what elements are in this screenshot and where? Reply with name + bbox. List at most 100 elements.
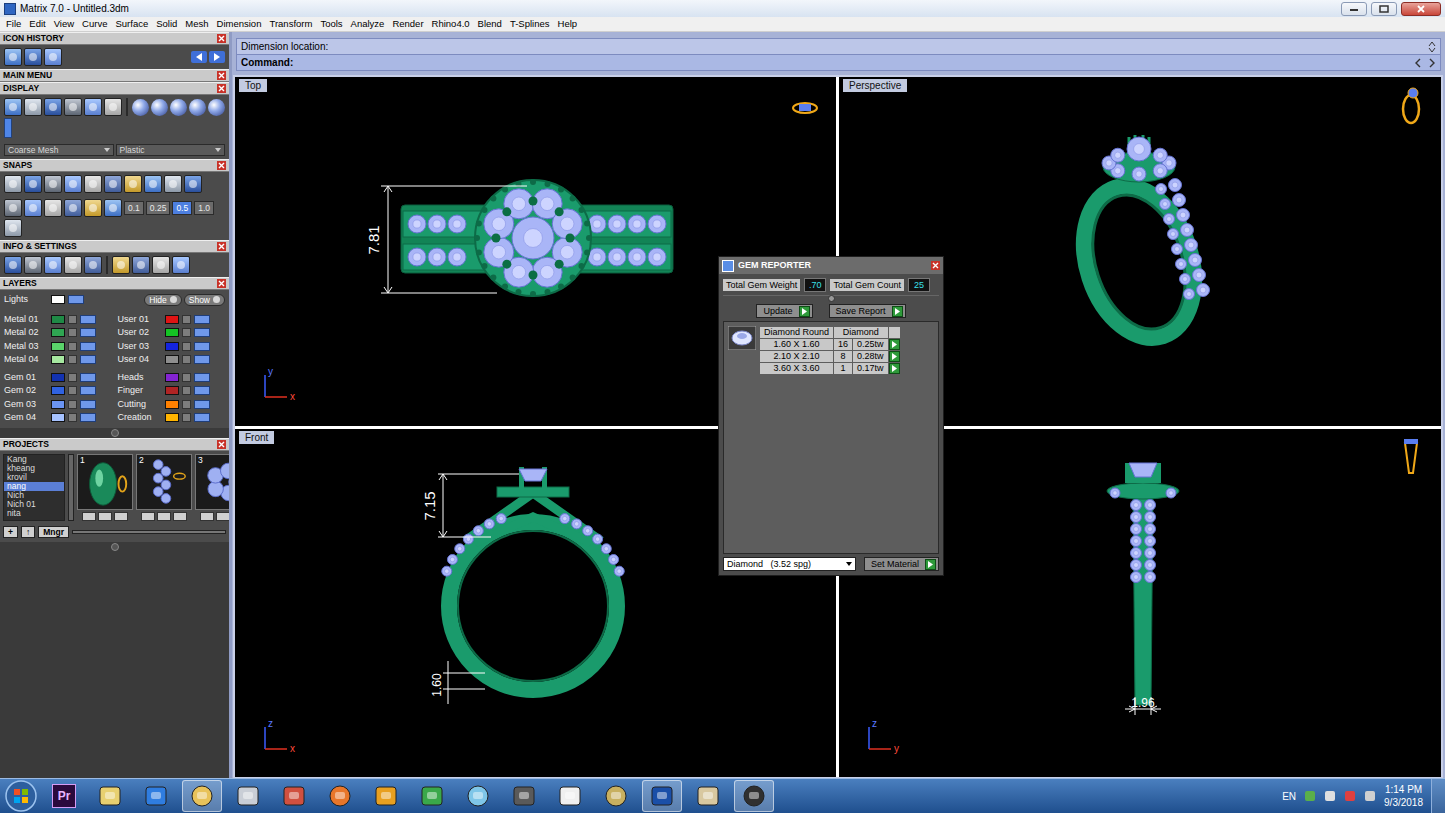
taskbar-app[interactable] <box>596 780 636 812</box>
snap-step[interactable]: 0.5 <box>172 201 192 215</box>
taskbar-app[interactable]: Pr <box>44 780 84 812</box>
close-icon[interactable] <box>217 440 226 449</box>
menu-item[interactable]: Transform <box>265 17 316 31</box>
diamond-icon[interactable] <box>728 326 756 350</box>
layer-color[interactable] <box>165 315 179 324</box>
ring-model[interactable] <box>401 179 673 297</box>
arrow-icon[interactable] <box>799 306 810 317</box>
visibility-toggle[interactable] <box>194 342 210 351</box>
tool-icon[interactable] <box>84 98 102 116</box>
project-button[interactable]: ↑ <box>21 526 35 538</box>
layer-color[interactable] <box>165 386 179 395</box>
layer-row[interactable]: Lights <box>4 293 84 307</box>
layer-row[interactable]: Cutting <box>118 398 226 412</box>
visibility-toggle[interactable] <box>68 295 84 304</box>
lock-icon[interactable] <box>182 342 191 351</box>
project-slider[interactable] <box>72 530 226 534</box>
tool-icon[interactable] <box>44 256 62 274</box>
layer-color[interactable] <box>165 328 179 337</box>
layer-row[interactable]: Metal 04 <box>4 353 112 367</box>
thumbnail-action-icon[interactable] <box>98 512 112 521</box>
menu-item[interactable]: Analyze <box>347 17 389 31</box>
snap-step[interactable]: 0.1 <box>124 201 144 215</box>
close-icon[interactable] <box>217 34 226 43</box>
tray-icon[interactable] <box>1344 790 1356 802</box>
tool-icon[interactable] <box>44 175 62 193</box>
taskbar-app[interactable] <box>688 780 728 812</box>
scrollbar[interactable] <box>68 454 74 521</box>
tool-icon[interactable] <box>64 175 82 193</box>
taskbar-app[interactable] <box>274 780 314 812</box>
taskbar-app[interactable] <box>320 780 360 812</box>
lock-icon[interactable] <box>68 373 77 382</box>
close-icon[interactable] <box>217 279 226 288</box>
divider[interactable] <box>723 295 939 301</box>
project-item[interactable]: nita <box>4 509 64 518</box>
tool-icon[interactable] <box>24 256 42 274</box>
project-item[interactable]: nang <box>4 482 64 491</box>
section-header[interactable]: SNAPS <box>0 159 229 172</box>
visibility-toggle[interactable] <box>194 413 210 422</box>
menu-item[interactable]: Help <box>554 17 582 31</box>
viewport-label[interactable]: Perspective <box>843 79 907 92</box>
lock-icon[interactable] <box>182 373 191 382</box>
history-arrow-icon[interactable] <box>209 51 225 63</box>
project-thumbnail[interactable]: 1 <box>77 454 133 521</box>
tray-icon[interactable] <box>1364 790 1376 802</box>
set-material-button[interactable]: Set Material <box>864 557 939 571</box>
project-button[interactable]: + <box>3 526 18 538</box>
tool-icon[interactable] <box>64 256 82 274</box>
menu-item[interactable]: Tools <box>316 17 346 31</box>
layer-color[interactable] <box>51 295 65 304</box>
menu-item[interactable]: Dimension <box>213 17 266 31</box>
start-orb-icon[interactable] <box>4 779 38 813</box>
hide-button[interactable]: Hide <box>144 294 181 306</box>
visibility-toggle[interactable] <box>80 328 96 337</box>
section-header[interactable]: LAYERS <box>0 277 229 290</box>
project-item[interactable]: Nich <box>4 491 64 500</box>
tool-icon[interactable] <box>24 48 42 66</box>
lock-icon[interactable] <box>68 400 77 409</box>
mesh-dropdown[interactable]: Coarse Mesh <box>4 144 114 156</box>
snap-step[interactable]: 1.0 <box>194 201 214 215</box>
visibility-toggle[interactable] <box>194 373 210 382</box>
tray-icon[interactable] <box>1304 790 1316 802</box>
tool-icon[interactable] <box>184 175 202 193</box>
save-report-button[interactable]: Save Report <box>829 304 906 318</box>
tool-icon[interactable] <box>4 175 22 193</box>
taskbar-app[interactable] <box>642 780 682 812</box>
tool-icon[interactable] <box>24 175 42 193</box>
taskbar-app[interactable] <box>458 780 498 812</box>
layer-row[interactable]: Metal 02 <box>4 326 112 340</box>
close-icon[interactable] <box>217 242 226 251</box>
menu-item[interactable]: Surface <box>111 17 152 31</box>
visibility-toggle[interactable] <box>80 355 96 364</box>
command-line[interactable]: Command: <box>236 55 1441 71</box>
project-item[interactable]: krovil <box>4 473 64 482</box>
visibility-toggle[interactable] <box>194 315 210 324</box>
close-icon[interactable] <box>217 71 226 80</box>
menu-item[interactable]: Edit <box>25 17 49 31</box>
visibility-toggle[interactable] <box>194 355 210 364</box>
thumbnail-action-icon[interactable] <box>82 512 96 521</box>
layer-color[interactable] <box>51 355 65 364</box>
scroll-icon[interactable] <box>1428 41 1436 53</box>
tool-icon[interactable] <box>104 199 122 217</box>
snap-step[interactable]: 0.25 <box>146 201 171 215</box>
history-arrow-icon[interactable] <box>191 51 207 63</box>
shading-icon[interactable] <box>170 99 187 116</box>
viewport-label[interactable]: Top <box>239 79 267 92</box>
menu-item[interactable]: View <box>50 17 78 31</box>
tool-icon[interactable] <box>164 175 182 193</box>
gem-row[interactable]: 1.60 X 1.60160.25tw <box>760 339 901 351</box>
project-item[interactable]: Nich 01 <box>4 500 64 509</box>
close-icon[interactable] <box>217 161 226 170</box>
menu-item[interactable]: T-Splines <box>506 17 554 31</box>
close-icon[interactable] <box>217 84 226 93</box>
tool-icon[interactable] <box>152 256 170 274</box>
layer-color[interactable] <box>165 400 179 409</box>
taskbar-app[interactable] <box>550 780 590 812</box>
thumbnail-action-icon[interactable] <box>216 512 230 521</box>
lock-icon[interactable] <box>182 400 191 409</box>
taskbar-app[interactable] <box>734 780 774 812</box>
